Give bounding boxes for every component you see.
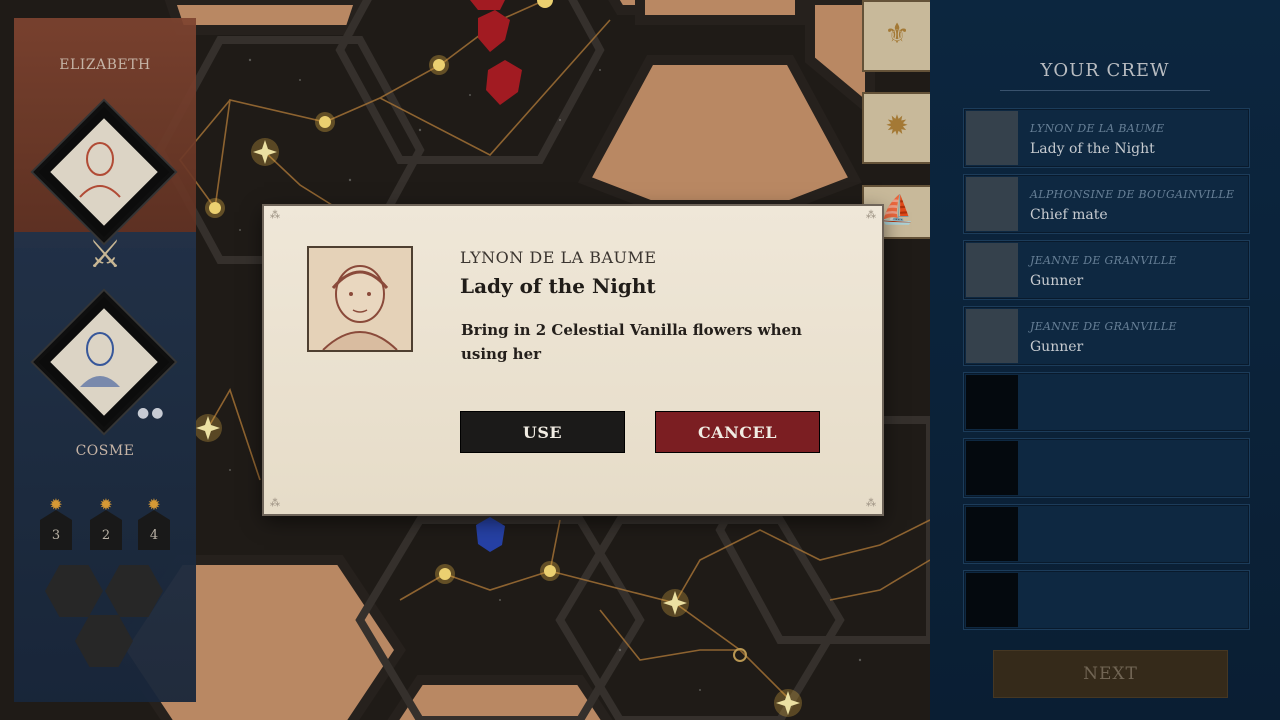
use-button[interactable]: USE [460, 411, 625, 453]
cancel-button[interactable]: CANCEL [655, 411, 820, 453]
character-name: LYNON DE LA BAUME [460, 248, 657, 267]
ornament-icon: ⁂ [866, 498, 876, 509]
ornament-icon: ⁂ [270, 498, 280, 509]
ornament-icon: ⁂ [866, 210, 876, 221]
character-role: Lady of the Night [460, 274, 656, 298]
ornament-icon: ⁂ [270, 210, 280, 221]
ability-description: Bring in 2 Celestial Vanilla flowers whe… [461, 321, 802, 363]
crew-ability-dialog: ⁂ ⁂ ⁂ ⁂ LYNON DE LA BAUME Lady of the Ni… [264, 206, 882, 514]
character-portrait [307, 246, 413, 352]
